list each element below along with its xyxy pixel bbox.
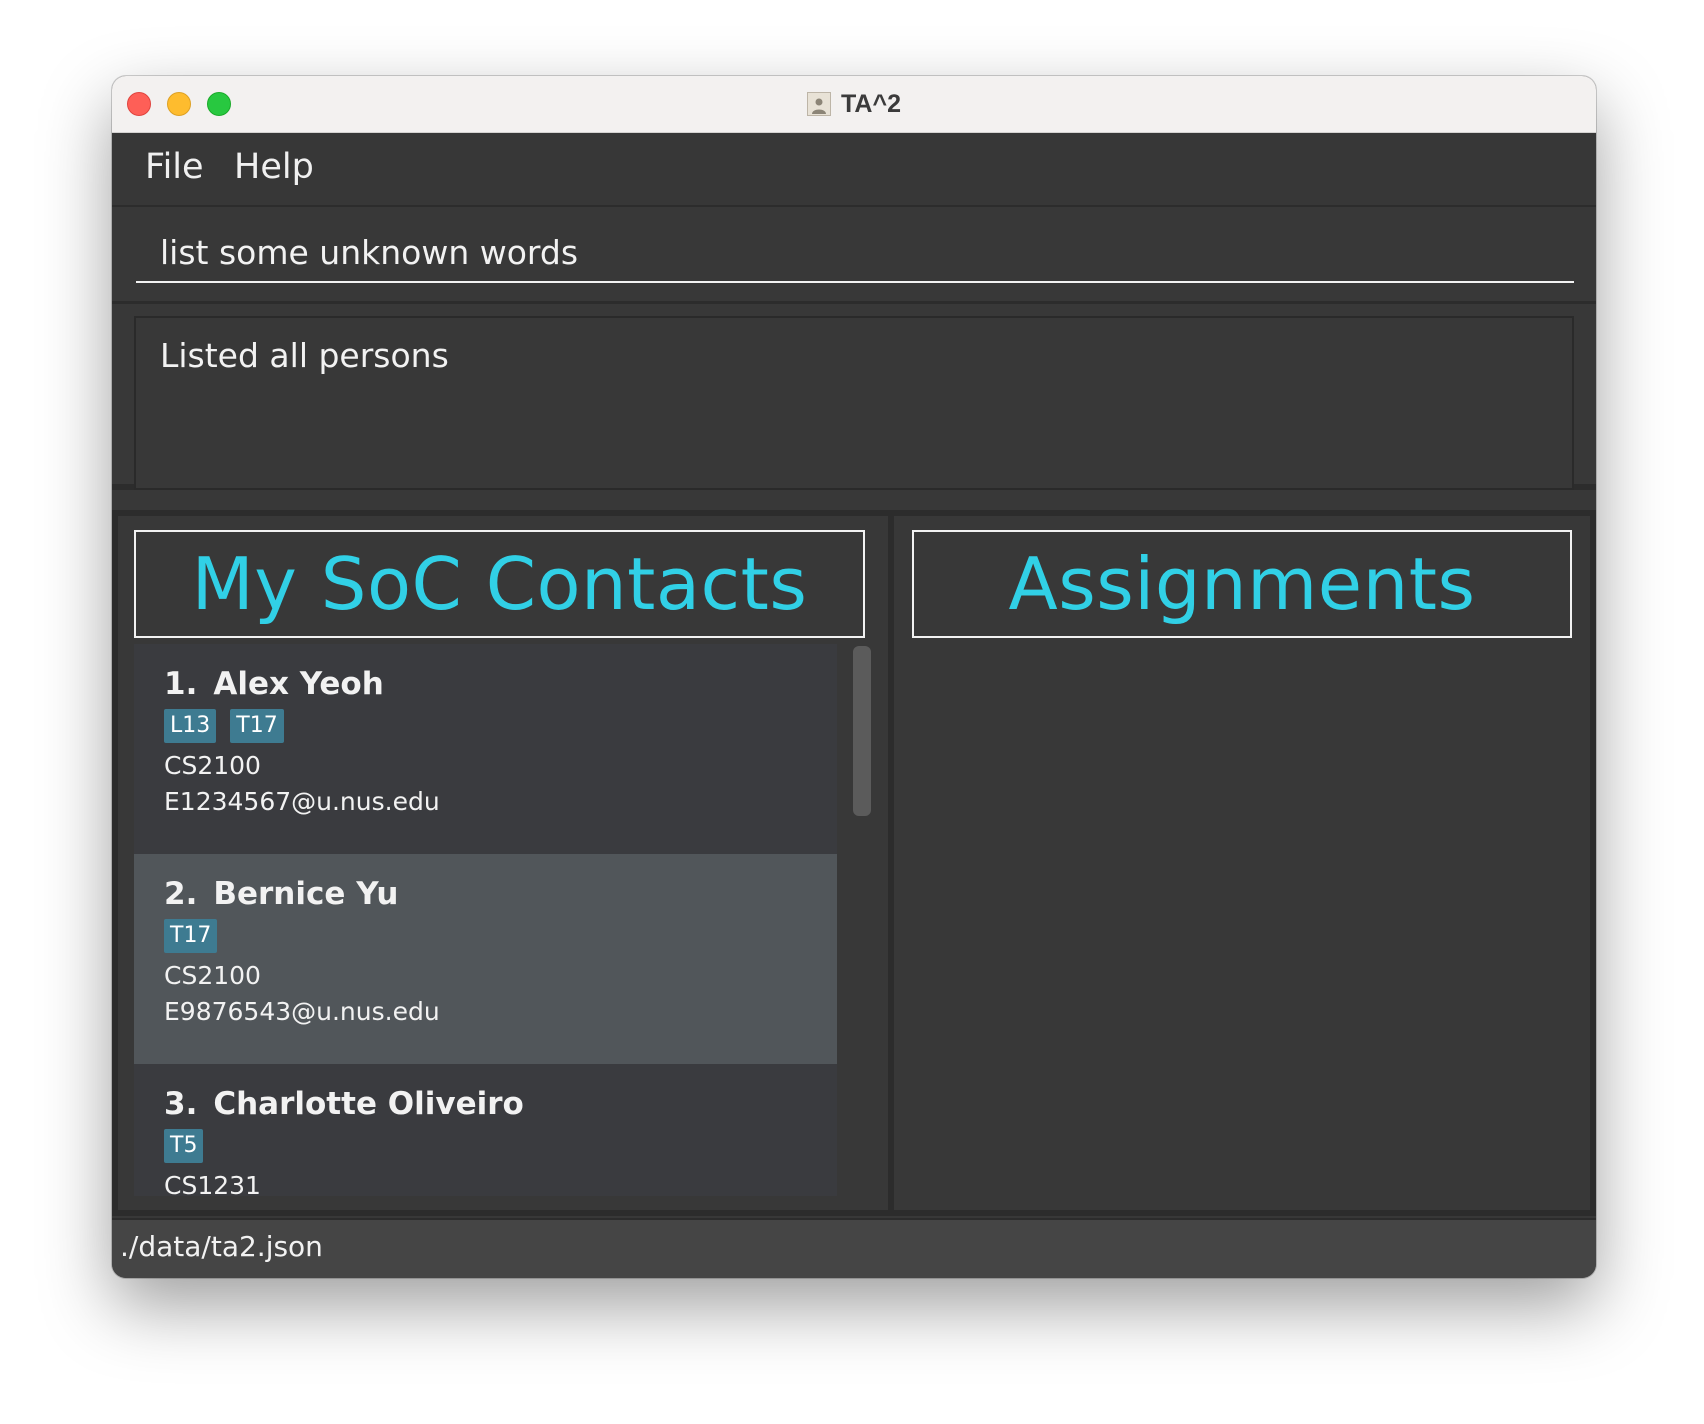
person-name: Bernice Yu	[213, 876, 399, 912]
person-index: 1.	[164, 666, 198, 702]
person-tags: T5	[164, 1129, 807, 1165]
status-bar: ./data/ta2.json	[112, 1218, 1596, 1278]
person-index: 3.	[164, 1086, 198, 1122]
person-card[interactable]: 1. Alex Yeoh L13 T17 CS2100 E1234567@u.nu…	[134, 644, 837, 854]
menu-bar: File Help	[112, 133, 1596, 207]
result-message: Listed all persons	[160, 336, 449, 375]
app-person-icon	[807, 92, 831, 116]
tag-label: T17	[164, 919, 218, 953]
tag-label: T17	[230, 709, 284, 743]
person-module: CS2100	[164, 751, 261, 780]
person-name: Charlotte Oliveiro	[213, 1086, 524, 1122]
app-window: TA^2 File Help Listed all persons My SoC…	[112, 76, 1596, 1278]
window-title-group: TA^2	[112, 76, 1596, 132]
tag-label: T5	[164, 1129, 204, 1163]
scrollbar-thumb[interactable]	[853, 646, 871, 816]
command-box	[112, 207, 1596, 304]
menu-file[interactable]: File	[145, 147, 204, 187]
person-name-row: 2. Bernice Yu	[164, 876, 807, 912]
person-list[interactable]: 1. Alex Yeoh L13 T17 CS2100 E1234567@u.nu…	[134, 644, 837, 1196]
assignments-panel: Assignments	[894, 516, 1590, 1210]
person-module: CS2100	[164, 961, 261, 990]
save-file-path: ./data/ta2.json	[120, 1230, 323, 1263]
tag-label: L13	[164, 709, 217, 743]
contacts-panel-title: My SoC Contacts	[134, 530, 865, 638]
person-tags: L13 T17	[164, 709, 807, 745]
result-display-area: Listed all persons	[112, 304, 1596, 490]
person-tags: T17	[164, 919, 807, 955]
person-list-scrollbar[interactable]	[844, 644, 872, 1196]
person-name-row: 3. Charlotte Oliveiro	[164, 1086, 807, 1122]
main-panels: My SoC Contacts 1. Alex Yeoh L13 T17 CS21…	[112, 510, 1596, 1216]
person-module: CS1231	[164, 1171, 261, 1196]
command-input[interactable]	[136, 223, 1574, 283]
assignments-panel-title: Assignments	[912, 530, 1572, 638]
person-card[interactable]: 3. Charlotte Oliveiro T5 CS1231	[134, 1064, 837, 1196]
person-index: 2.	[164, 876, 198, 912]
result-display: Listed all persons	[134, 316, 1574, 490]
person-name-row: 1. Alex Yeoh	[164, 666, 807, 702]
person-name: Alex Yeoh	[213, 666, 384, 702]
title-bar[interactable]: TA^2	[112, 76, 1596, 133]
window-title: TA^2	[841, 89, 901, 118]
person-email: E1234567@u.nus.edu	[164, 787, 440, 816]
person-card-selected[interactable]: 2. Bernice Yu T17 CS2100 E9876543@u.nus.e…	[134, 854, 837, 1064]
contacts-panel: My SoC Contacts 1. Alex Yeoh L13 T17 CS21…	[118, 516, 888, 1210]
person-email: E9876543@u.nus.edu	[164, 997, 440, 1026]
menu-help[interactable]: Help	[234, 147, 314, 187]
